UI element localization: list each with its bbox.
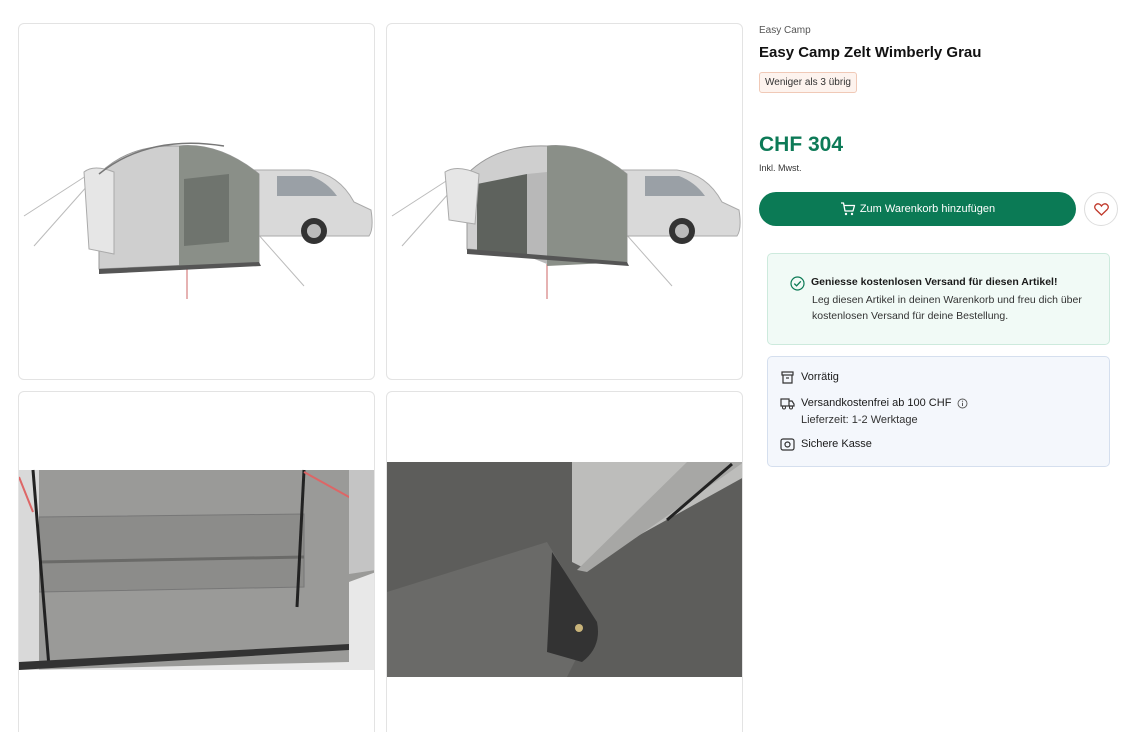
promo-text-2: kostenlosen Versand für deine Bestellung… bbox=[812, 310, 1009, 322]
tent-closed-image bbox=[23, 142, 373, 299]
stock-status: Vorrätig bbox=[780, 369, 1097, 385]
secure-payment-icon bbox=[780, 437, 795, 451]
shipping-label: Versandkostenfrei ab 100 CHF bbox=[801, 397, 952, 409]
product-price: CHF 304 bbox=[759, 133, 844, 156]
gallery-image-2[interactable] bbox=[386, 23, 743, 380]
cart-actions: Zum Warenkorb hinzufügen bbox=[759, 192, 1119, 228]
gallery-image-3[interactable] bbox=[18, 391, 375, 732]
check-circle-icon bbox=[790, 276, 805, 291]
product-gallery bbox=[18, 23, 744, 732]
tent-groundsheet-image bbox=[387, 462, 742, 677]
stock-badge: Weniger als 3 übrig bbox=[759, 72, 857, 93]
secure-checkout: Sichere Kasse bbox=[780, 436, 1097, 452]
add-to-cart-label: Zum Warenkorb hinzufügen bbox=[859, 203, 996, 215]
product-title: Easy Camp Zelt Wimberly Grau bbox=[759, 44, 982, 61]
delivery-time: Lieferzeit: 1-2 Werktage bbox=[801, 414, 918, 426]
free-shipping-promo: Geniesse kostenlosen Versand für diesen … bbox=[767, 253, 1110, 345]
availability-box: Vorrätig Versandkostenfrei ab 100 CHF Li… bbox=[767, 356, 1110, 467]
vat-note: Inkl. Mwst. bbox=[759, 163, 802, 173]
info-icon[interactable] bbox=[957, 398, 968, 409]
gallery-image-4[interactable] bbox=[386, 391, 743, 732]
heart-icon bbox=[1093, 202, 1109, 216]
shipping-info: Versandkostenfrei ab 100 CHF bbox=[780, 395, 1097, 411]
gallery-image-1[interactable] bbox=[18, 23, 375, 380]
box-icon bbox=[781, 370, 794, 384]
checkout-label: Sichere Kasse bbox=[801, 438, 872, 450]
tent-open-image bbox=[391, 145, 741, 299]
wishlist-button[interactable] bbox=[1084, 192, 1118, 226]
tent-wall-closeup-image bbox=[19, 469, 374, 670]
promo-title: Geniesse kostenlosen Versand für diesen … bbox=[811, 276, 1058, 288]
truck-icon bbox=[780, 397, 795, 409]
add-to-cart-button[interactable]: Zum Warenkorb hinzufügen bbox=[759, 192, 1076, 226]
product-brand[interactable]: Easy Camp bbox=[759, 25, 1119, 36]
product-info: Easy Camp Easy Camp Zelt Wimberly Grau W… bbox=[759, 23, 1119, 467]
stock-label: Vorrätig bbox=[801, 371, 839, 383]
cart-icon bbox=[840, 202, 855, 216]
promo-text-1: Leg diesen Artikel in deinen Warenkorb u… bbox=[812, 294, 1082, 306]
